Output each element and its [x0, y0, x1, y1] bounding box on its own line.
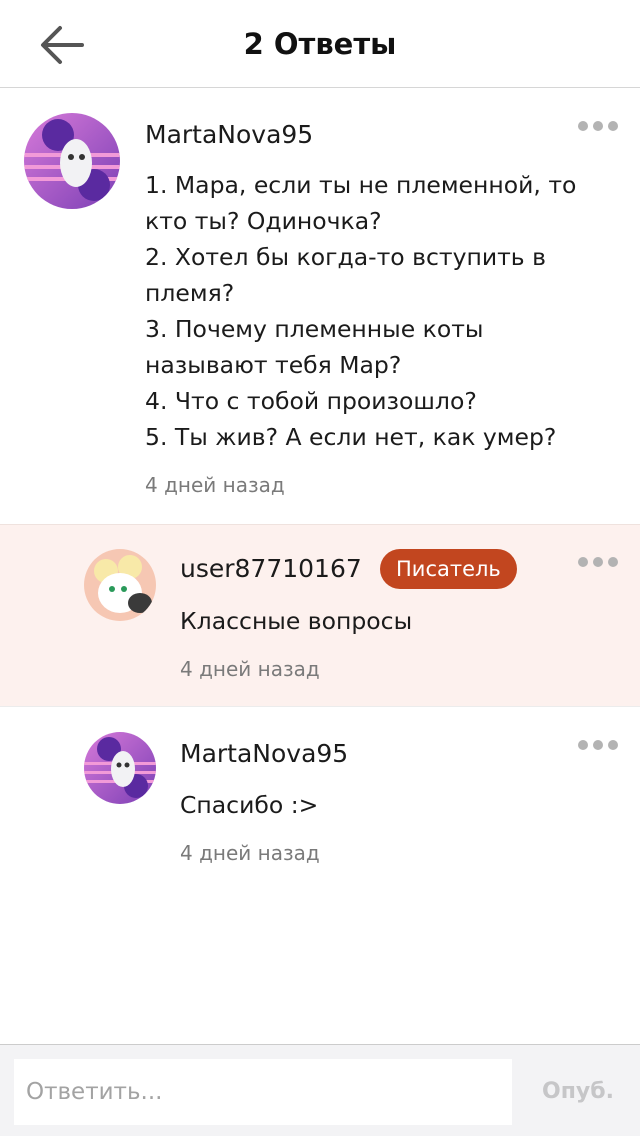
- reply-item: MartaNova95 Спасибо :> 4 дней назад: [0, 708, 640, 908]
- comment-username[interactable]: MartaNova95: [145, 119, 313, 151]
- comment-username[interactable]: MartaNova95: [180, 738, 348, 770]
- comment-text: Спасибо :>: [180, 791, 319, 819]
- avatar-image: [84, 732, 156, 804]
- avatar-image: [24, 113, 120, 209]
- avatar[interactable]: [24, 113, 120, 209]
- publish-button[interactable]: Опуб.: [530, 1075, 626, 1109]
- top-bar: 2 Ответы: [0, 0, 640, 88]
- writer-badge: Писатель: [380, 549, 517, 589]
- reply-item: user87710167 Писатель Классные вопросы 4…: [0, 524, 640, 707]
- more-dots-icon: [578, 121, 588, 131]
- comment-line: 1. Мара, если ты не племенной, то: [145, 171, 577, 199]
- avatar[interactable]: [84, 549, 156, 621]
- comment-line: называют тебя Мар?: [145, 351, 402, 379]
- comment-line: кто ты? Одиночка?: [145, 207, 382, 235]
- comment-line: 4. Что с тобой произошло?: [145, 387, 477, 415]
- reply-input[interactable]: [14, 1059, 512, 1125]
- reply-bar: Опуб.: [0, 1044, 640, 1136]
- comment-timestamp: 4 дней назад: [180, 657, 320, 681]
- comment-text: Классные вопросы: [180, 607, 413, 635]
- comment-line: 2. Хотел бы когда-то вступить в: [145, 243, 546, 271]
- page-title: 2 Ответы: [243, 27, 397, 61]
- comment-line: 5. Ты жив? А если нет, как умер?: [145, 423, 557, 451]
- more-options-button[interactable]: [576, 736, 620, 756]
- more-dots-icon: [578, 557, 588, 567]
- comment-item: MartaNova95 1. Мара, если ты не племенно…: [0, 89, 640, 523]
- comment-text: 1. Мара, если ты не племенной, то кто ты…: [145, 167, 576, 455]
- comment-username[interactable]: user87710167: [180, 553, 362, 585]
- avatar-image: [84, 549, 156, 621]
- comment-line: племя?: [145, 279, 235, 307]
- more-options-button[interactable]: [576, 553, 620, 573]
- more-dots-icon: [578, 740, 588, 750]
- comment-timestamp: 4 дней назад: [145, 473, 285, 497]
- avatar[interactable]: [84, 732, 156, 804]
- comment-line: 3. Почему племенные коты: [145, 315, 484, 343]
- more-options-button[interactable]: [576, 117, 620, 137]
- comment-timestamp: 4 дней назад: [180, 841, 320, 865]
